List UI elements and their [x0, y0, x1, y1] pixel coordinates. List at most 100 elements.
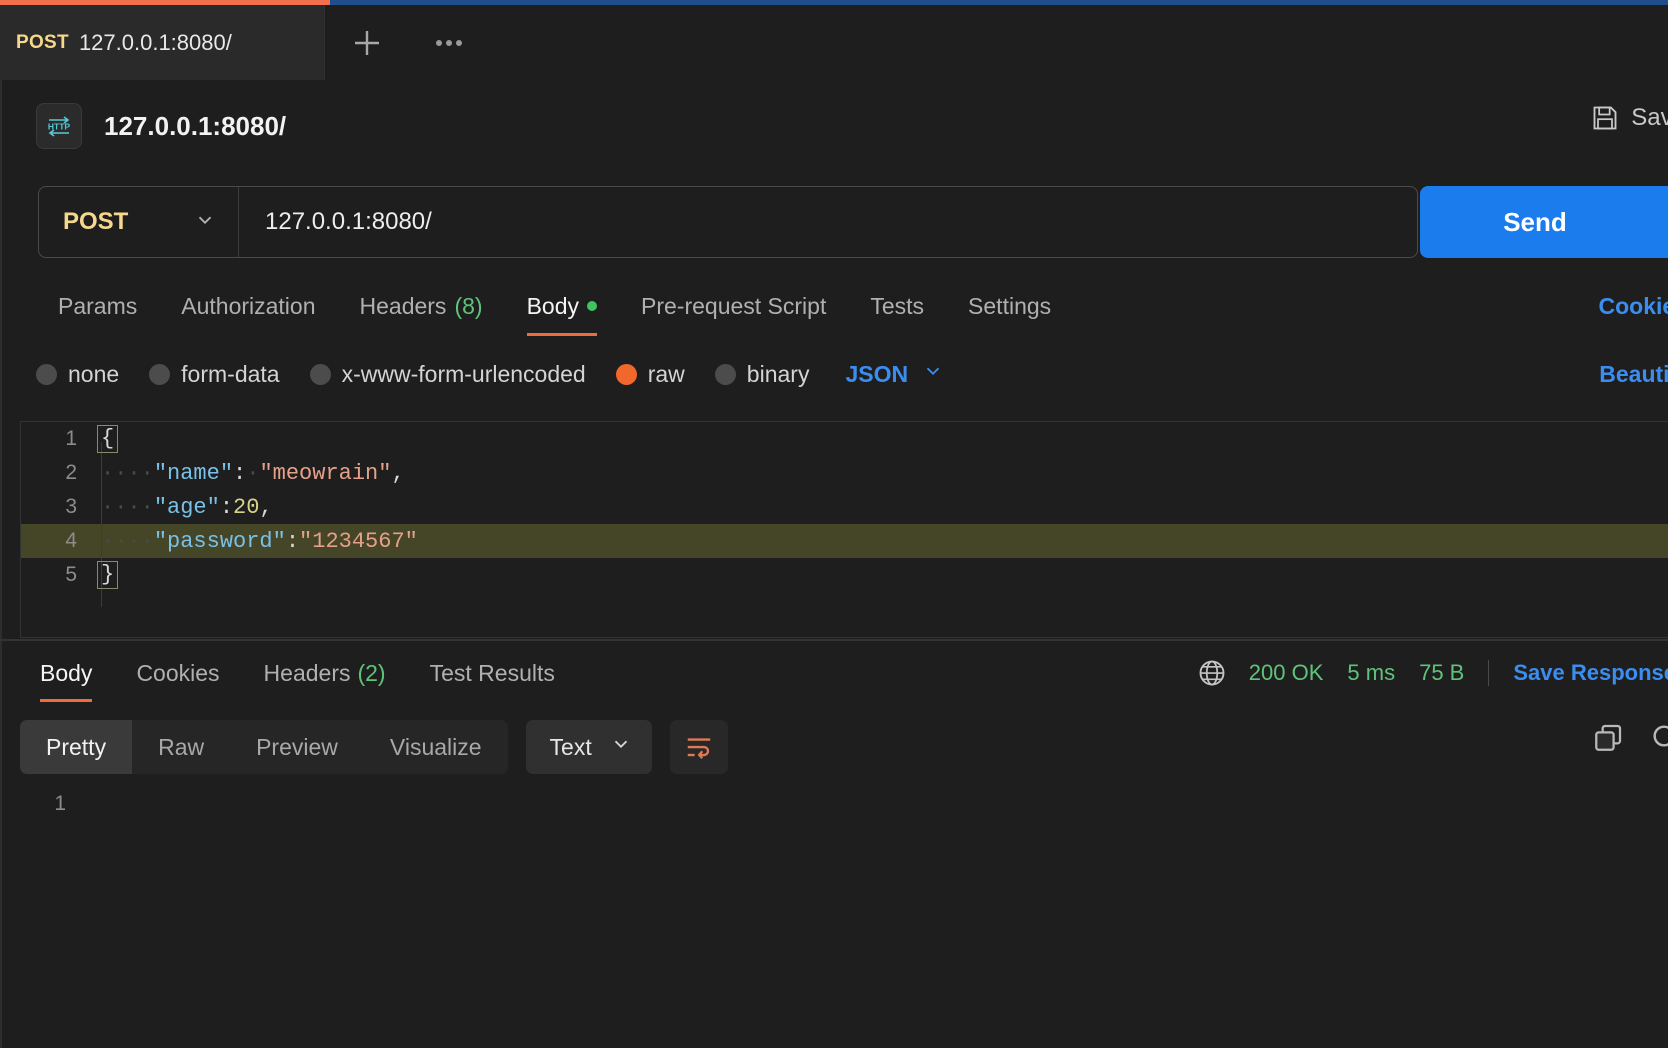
chevron-down-icon	[194, 209, 216, 236]
body-type-binary[interactable]: binary	[715, 361, 810, 388]
line-number: 2	[21, 461, 99, 485]
response-body-viewer[interactable]: 1	[0, 786, 1668, 1026]
body-type-urlencoded[interactable]: x-www-form-urlencoded	[310, 361, 586, 388]
tab-more-options-button[interactable]	[409, 5, 489, 80]
tab-label: Cookies	[136, 660, 219, 687]
comma-token: ,	[259, 495, 272, 520]
json-value: "1234567"	[299, 529, 418, 554]
tab-tests[interactable]: Tests	[848, 278, 946, 334]
tab-label: Body	[527, 293, 579, 320]
body-format-select[interactable]: JSON	[845, 360, 944, 388]
body-type-selector: none form-data x-www-form-urlencoded raw…	[36, 350, 1668, 398]
json-key: "name"	[154, 461, 233, 486]
save-button[interactable]: Save	[1591, 104, 1668, 132]
save-button-label: Save	[1631, 104, 1668, 132]
svg-text:HTTP: HTTP	[48, 122, 71, 132]
chevron-down-icon	[610, 733, 632, 761]
tab-label: Headers	[360, 293, 447, 320]
tab-params[interactable]: Params	[36, 278, 159, 334]
response-view-toolbar: Pretty Raw Preview Visualize Text	[20, 718, 1668, 776]
dot-icon	[456, 40, 462, 46]
http-method-select[interactable]: POST	[39, 187, 239, 257]
copy-button[interactable]	[1592, 722, 1624, 759]
body-type-raw[interactable]: raw	[616, 361, 685, 388]
json-key: "age"	[154, 495, 220, 520]
code-content: ····"name":·"meowrain",	[99, 461, 405, 486]
response-time: 5 ms	[1347, 660, 1395, 686]
line-number: 3	[21, 495, 99, 519]
code-line: 5 }	[21, 558, 1668, 592]
tab-label: Pre-request Script	[641, 293, 826, 320]
page-title: 127.0.0.1:8080/	[104, 111, 286, 142]
dot-icon	[446, 40, 452, 46]
response-tab-headers[interactable]: Headers (2)	[242, 648, 408, 698]
search-icon	[1650, 722, 1668, 754]
body-present-dot-icon	[587, 301, 597, 311]
body-type-none[interactable]: none	[36, 361, 119, 388]
open-brace-token: {	[97, 425, 118, 453]
tab-label: Params	[58, 293, 137, 320]
chevron-down-icon	[922, 360, 944, 388]
status-code: 200 OK	[1249, 660, 1324, 686]
cookies-link[interactable]: Cookies	[1599, 278, 1668, 334]
code-content: }	[99, 561, 118, 589]
response-tab-test-results[interactable]: Test Results	[408, 648, 577, 698]
url-input[interactable]	[239, 208, 1417, 236]
radio-icon	[310, 364, 331, 385]
body-type-form-data[interactable]: form-data	[149, 361, 279, 388]
response-tab-cookies[interactable]: Cookies	[114, 648, 241, 698]
tab-settings[interactable]: Settings	[946, 278, 1073, 334]
response-format-select[interactable]: Text	[526, 720, 652, 774]
send-button[interactable]: Send	[1420, 186, 1650, 258]
view-pretty-button[interactable]: Pretty	[20, 720, 132, 774]
tab-count: (8)	[454, 293, 482, 320]
tab-pre-request-script[interactable]: Pre-request Script	[619, 278, 848, 334]
globe-icon[interactable]	[1197, 658, 1227, 688]
divider	[1488, 660, 1489, 686]
word-wrap-toggle[interactable]	[670, 720, 728, 774]
view-preview-button[interactable]: Preview	[230, 720, 364, 774]
json-key: "password"	[154, 529, 286, 554]
word-wrap-icon	[684, 732, 714, 762]
new-tab-button[interactable]	[325, 5, 409, 80]
copy-icon	[1592, 722, 1624, 754]
response-tab-body[interactable]: Body	[18, 648, 114, 698]
radio-icon-selected	[616, 364, 637, 385]
line-number: 5	[21, 563, 99, 587]
colon-token: :	[286, 529, 299, 554]
tab-count: (2)	[357, 660, 385, 687]
tab-authorization[interactable]: Authorization	[159, 278, 337, 334]
http-method-value: POST	[63, 208, 128, 236]
whitespace-dots: ····	[101, 461, 154, 486]
url-bar: POST	[38, 186, 1418, 258]
radio-label: raw	[648, 361, 685, 388]
radio-label: form-data	[181, 361, 279, 388]
whitespace-dots: ····	[101, 529, 154, 554]
request-body-editor[interactable]: 1 { 2 ····"name":·"meowrain", 3 ····"age…	[20, 421, 1668, 638]
save-response-button[interactable]: Save Response	[1513, 660, 1668, 686]
radio-label: binary	[747, 361, 810, 388]
search-button[interactable]	[1650, 722, 1668, 759]
response-toolbar-actions	[1592, 722, 1668, 759]
response-size: 75 B	[1419, 660, 1464, 686]
radio-label: x-www-form-urlencoded	[342, 361, 586, 388]
code-content: {	[99, 425, 118, 453]
line-number: 1	[0, 792, 86, 816]
request-tab[interactable]: POST 127.0.0.1:8080/	[0, 5, 325, 80]
code-line: 3 ····"age":20,	[21, 490, 1668, 524]
colon-token: :	[220, 495, 233, 520]
tab-label: Authorization	[181, 293, 315, 320]
json-value: "meowrain"	[259, 461, 391, 486]
beautify-button[interactable]: Beautify	[1599, 350, 1668, 398]
tab-headers[interactable]: Headers (8)	[338, 278, 505, 334]
response-divider[interactable]	[0, 639, 1668, 641]
save-icon	[1591, 104, 1619, 132]
view-raw-button[interactable]: Raw	[132, 720, 230, 774]
tab-body[interactable]: Body	[505, 278, 619, 334]
line-number: 1	[21, 427, 99, 451]
view-visualize-button[interactable]: Visualize	[364, 720, 508, 774]
send-options-button[interactable]	[1650, 186, 1668, 258]
radio-icon	[36, 364, 57, 385]
tab-label: Tests	[870, 293, 924, 320]
json-value: 20	[233, 495, 259, 520]
